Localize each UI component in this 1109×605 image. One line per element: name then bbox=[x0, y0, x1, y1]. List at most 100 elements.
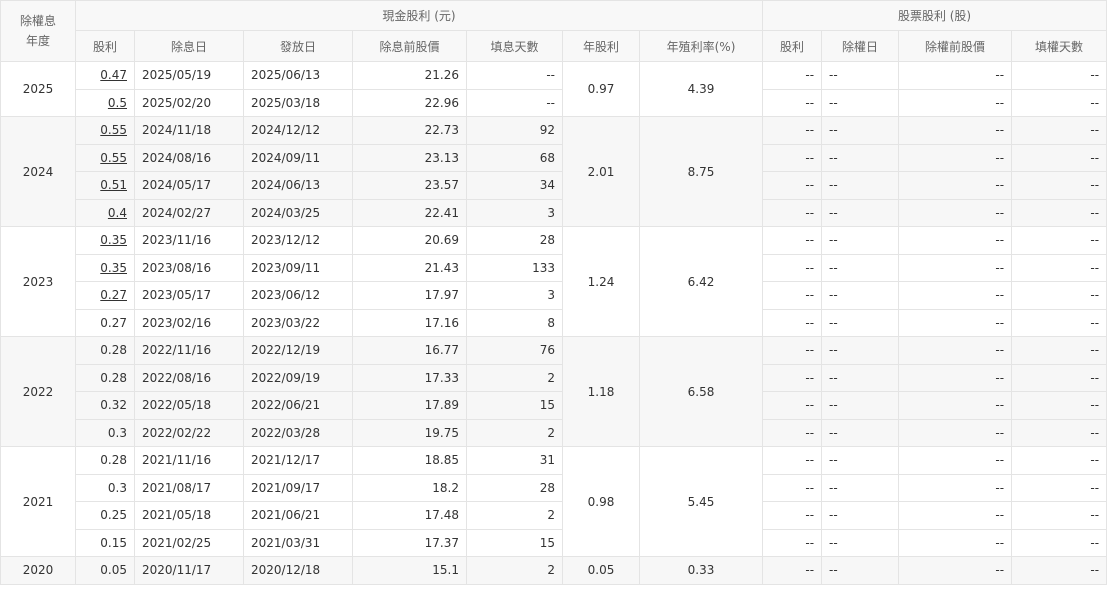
col-pre-ex-price: 除息前股價 bbox=[352, 30, 467, 62]
pay-date-cell: 2024/03/25 bbox=[243, 198, 353, 227]
ex-dividend-date-cell: 2024/02/27 bbox=[134, 198, 244, 227]
pay-date-cell: 2024/06/13 bbox=[243, 171, 353, 200]
pre-ex-price-cell: 17.33 bbox=[352, 363, 467, 392]
table-row: 2024 0.55 2024/11/18 2024/12/12 22.73 92 2.01 8… bbox=[0, 116, 1108, 227]
col-ex-dividend-date: 除息日 bbox=[134, 30, 244, 62]
fill-days-cell: 76 bbox=[466, 336, 563, 365]
ex-rights-date-cell: -- bbox=[821, 226, 900, 255]
dividend-value: 0.25 bbox=[100, 508, 127, 523]
table-row: 0.4 2024/02/27 2024/03/25 22.41 3 -- -- -- -- bbox=[1, 198, 1108, 227]
year-cell: 2023 bbox=[0, 226, 76, 337]
cash-dividend-cell: 0.27 bbox=[75, 308, 135, 337]
cash-dividend-cell: 0.3 bbox=[75, 418, 135, 447]
pre-ex-price-cell: 17.89 bbox=[352, 391, 467, 420]
cash-dividend-cell: 0.15 bbox=[75, 528, 135, 557]
fill-days-cell: 3 bbox=[466, 198, 563, 227]
year-cell: 2021 bbox=[0, 446, 76, 557]
annual-yield-cell: 4.39 bbox=[638, 61, 764, 117]
ex-dividend-date-cell: 2023/08/16 bbox=[134, 253, 244, 282]
fill-days-cell: 2 bbox=[466, 556, 563, 585]
ex-rights-date-cell: -- bbox=[821, 171, 900, 200]
fill-days-cell: 15 bbox=[466, 391, 563, 420]
cash-dividend-group-header: 現金股利 (元) bbox=[74, 0, 764, 31]
col-cash-dividend: 股利 bbox=[75, 30, 135, 62]
fill-days-cell: 15 bbox=[466, 528, 563, 557]
ex-dividend-date-cell: 2023/11/16 bbox=[134, 226, 244, 255]
pay-date-cell: 2025/03/18 bbox=[243, 88, 353, 117]
pre-ex-rights-price-cell: -- bbox=[898, 473, 1013, 502]
cash-dividend-cell: 0.55 bbox=[75, 116, 135, 145]
ex-dividend-date-cell: 2024/11/18 bbox=[134, 116, 244, 145]
ex-dividend-date-cell: 2025/02/20 bbox=[134, 88, 244, 117]
stock-dividend-cell: -- bbox=[762, 171, 823, 200]
dividend-link[interactable]: 0.35 bbox=[100, 261, 127, 275]
dividend-link[interactable]: 0.55 bbox=[100, 123, 127, 137]
year-cell: 2022 bbox=[0, 336, 76, 447]
dividend-value: 0.27 bbox=[100, 315, 127, 330]
annual-dividend-cell: 1.24 bbox=[562, 226, 640, 337]
cash-dividend-cell: 0.35 bbox=[75, 253, 135, 282]
table-row: 2022 0.28 2022/11/16 2022/12/19 16.77 76 1.18 6… bbox=[0, 336, 1108, 447]
ex-dividend-date-cell: 2021/02/25 bbox=[134, 528, 244, 557]
stock-dividend-cell: -- bbox=[762, 253, 823, 282]
dividend-table: 除權息 年度 現金股利 (元) 股票股利 (股) 股利 除息日 發放日 除息前股… bbox=[0, 0, 1108, 585]
dividend-link[interactable]: 0.47 bbox=[100, 68, 127, 82]
pay-date-cell: 2020/12/18 bbox=[243, 556, 353, 585]
pre-ex-price-cell: 22.96 bbox=[352, 88, 467, 117]
col-annual-dividend: 年股利 bbox=[562, 30, 640, 62]
pre-ex-price-cell: 17.16 bbox=[352, 308, 467, 337]
dividend-link[interactable]: 0.55 bbox=[100, 151, 127, 165]
pre-ex-rights-price-cell: -- bbox=[898, 171, 1013, 200]
cash-dividend-cell: 0.28 bbox=[75, 363, 135, 392]
cash-dividend-cell: 0.32 bbox=[75, 391, 135, 420]
stock-dividend-cell: -- bbox=[762, 363, 823, 392]
pre-ex-rights-price-cell: -- bbox=[898, 226, 1013, 255]
cash-dividend-cell: 0.28 bbox=[75, 446, 135, 475]
fill-days-cell: 34 bbox=[466, 171, 563, 200]
ex-dividend-date-cell: 2023/02/16 bbox=[134, 308, 244, 337]
rights-fill-days-cell: -- bbox=[1011, 171, 1108, 200]
fill-days-cell: 2 bbox=[466, 418, 563, 447]
dividend-link[interactable]: 0.27 bbox=[100, 288, 127, 302]
dividend-link[interactable]: 0.5 bbox=[108, 96, 127, 110]
pre-ex-price-cell: 18.85 bbox=[352, 446, 467, 475]
rights-fill-days-cell: -- bbox=[1011, 253, 1108, 282]
pre-ex-price-cell: 18.2 bbox=[352, 473, 467, 502]
col-rights-fill-days: 填權天數 bbox=[1011, 30, 1108, 62]
dividend-value: 0.05 bbox=[100, 563, 127, 578]
pre-ex-price-cell: 17.37 bbox=[352, 528, 467, 557]
rights-fill-days-cell: -- bbox=[1011, 61, 1108, 90]
pre-ex-price-cell: 20.69 bbox=[352, 226, 467, 255]
rights-fill-days-cell: -- bbox=[1011, 418, 1108, 447]
cash-dividend-cell: 0.3 bbox=[75, 473, 135, 502]
dividend-value: 0.15 bbox=[100, 535, 127, 550]
pre-ex-price-cell: 17.97 bbox=[352, 281, 467, 310]
stock-dividend-cell: -- bbox=[762, 391, 823, 420]
fill-days-cell: 2 bbox=[466, 363, 563, 392]
pre-ex-rights-price-cell: -- bbox=[898, 143, 1013, 172]
ex-rights-date-cell: -- bbox=[821, 253, 900, 282]
col-annual-yield: 年殖利率(%) bbox=[638, 30, 764, 62]
rights-fill-days-cell: -- bbox=[1011, 446, 1108, 475]
annual-dividend-cell: 0.05 bbox=[562, 556, 640, 585]
table-row: 0.15 2021/02/25 2021/03/31 17.37 15 -- -- -- -- bbox=[1, 528, 1108, 557]
dividend-link[interactable]: 0.4 bbox=[108, 206, 127, 220]
dividend-link[interactable]: 0.51 bbox=[100, 178, 127, 192]
rights-fill-days-cell: -- bbox=[1011, 198, 1108, 227]
ex-rights-date-cell: -- bbox=[821, 473, 900, 502]
table-row: 0.27 2023/05/17 2023/06/12 17.97 3 -- -- -- -- bbox=[1, 281, 1108, 310]
pre-ex-price-cell: 23.13 bbox=[352, 143, 467, 172]
pre-ex-rights-price-cell: -- bbox=[898, 556, 1013, 585]
pay-date-cell: 2022/12/19 bbox=[243, 336, 353, 365]
annual-dividend-cell: 0.97 bbox=[562, 61, 640, 117]
cash-dividend-cell: 0.35 bbox=[75, 226, 135, 255]
annual-yield-cell: 0.33 bbox=[638, 556, 764, 585]
ex-rights-date-cell: -- bbox=[821, 116, 900, 145]
stock-dividend-cell: -- bbox=[762, 528, 823, 557]
dividend-link[interactable]: 0.35 bbox=[100, 233, 127, 247]
pre-ex-rights-price-cell: -- bbox=[898, 363, 1013, 392]
ex-rights-date-cell: -- bbox=[821, 363, 900, 392]
ex-dividend-date-cell: 2021/08/17 bbox=[134, 473, 244, 502]
dividend-table-body: 2025 0.47 2025/05/19 2025/06/13 21.26 -- 0.97 4… bbox=[0, 61, 1108, 585]
ex-dividend-date-cell: 2025/05/19 bbox=[134, 61, 244, 90]
